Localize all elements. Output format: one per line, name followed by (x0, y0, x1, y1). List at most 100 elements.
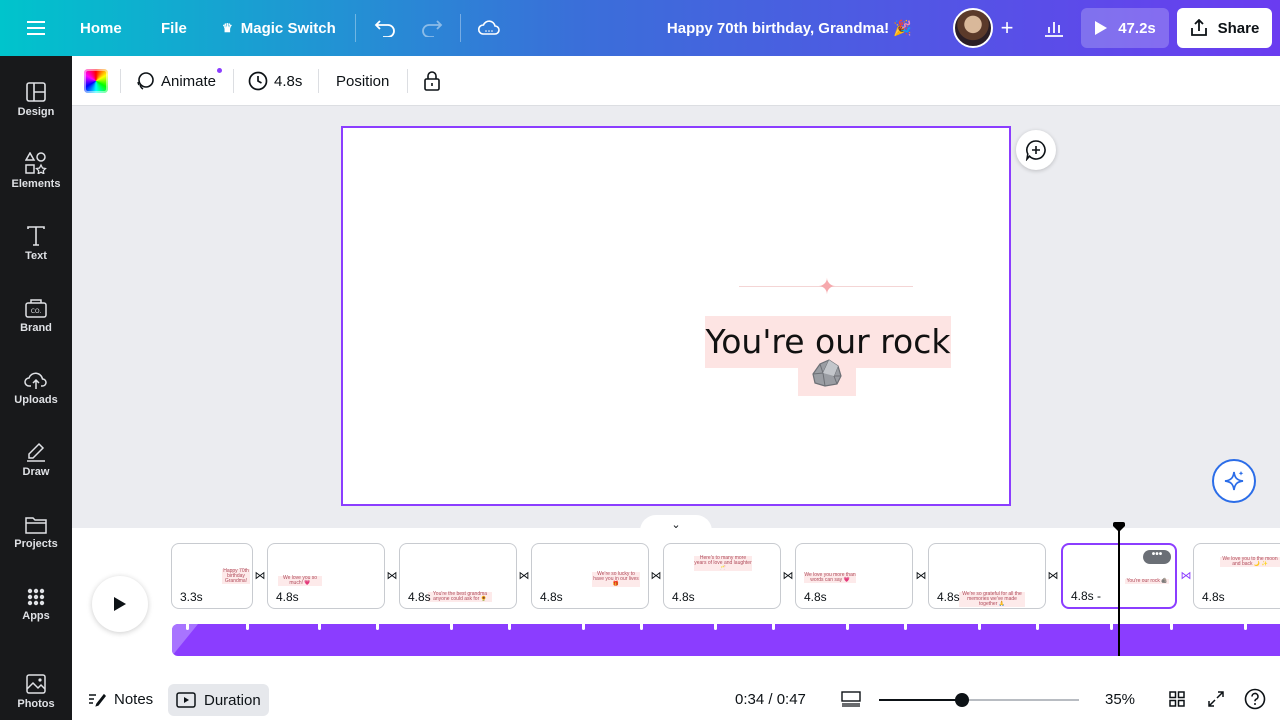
share-button[interactable]: Share (1177, 8, 1272, 48)
folder-icon (25, 517, 47, 534)
play-icon (1095, 21, 1108, 35)
help-icon (1244, 688, 1266, 710)
scene-duration: 4.8s (1202, 590, 1225, 604)
share-label: Share (1217, 19, 1260, 37)
fullscreen-button[interactable] (1207, 678, 1225, 720)
duration-toggle-button[interactable]: Duration (168, 684, 269, 716)
sidebar-item-elements[interactable]: Elements (0, 146, 72, 208)
clock-icon (248, 71, 268, 91)
help-button[interactable] (1244, 678, 1266, 720)
audio-tick (846, 624, 849, 630)
scene-thumb-text: You're our rock 🪨 (1125, 578, 1169, 584)
audio-track[interactable] (172, 624, 1280, 656)
sidebar-item-projects[interactable]: Projects (0, 506, 72, 568)
scene-thumbnail[interactable]: You're the best grandma anyone could ask… (399, 543, 517, 609)
scene-thumbnail[interactable]: We're so lucky to have you in our lives … (531, 543, 649, 609)
home-link[interactable]: Home (80, 0, 122, 56)
scene-thumbnail[interactable]: We love you so much! 💗 4.8s (267, 543, 385, 609)
avatar[interactable] (953, 8, 993, 48)
audio-tick (772, 624, 775, 630)
grid-view-button[interactable] (1168, 678, 1186, 720)
color-picker-button[interactable] (84, 69, 108, 93)
timeline-play-button[interactable] (92, 576, 148, 632)
sidebar-item-label: Photos (17, 698, 55, 710)
more-options-button[interactable]: ••• (1143, 550, 1171, 564)
add-comment-button[interactable] (1016, 130, 1056, 170)
context-toolbar: Animate 4.8s Position (72, 56, 1280, 106)
insights-button[interactable] (1036, 10, 1072, 46)
scene-thumb-text: Happy 70th birthday Grandma! (222, 568, 250, 584)
sidebar-item-photos[interactable]: Photos (0, 666, 72, 720)
upload-share-icon (1190, 19, 1207, 36)
headline-text[interactable]: You're our rock (705, 322, 951, 361)
zoom-slider-track[interactable] (879, 699, 1079, 701)
scene-thumbnail[interactable]: We love you more than words can say 💗 4.… (795, 543, 913, 609)
transition-icon: ⋈ (782, 570, 794, 582)
duration-label: Duration (204, 691, 261, 709)
transition-button[interactable]: ⋈ (517, 569, 531, 583)
magic-switch-button[interactable]: ♛ Magic Switch (222, 0, 336, 56)
notes-button[interactable]: Notes (88, 678, 153, 720)
transition-button[interactable]: ⋈ (781, 569, 795, 583)
scene-thumb-text: You're the best grandma anyone could ask… (428, 592, 492, 602)
scene-duration: 4.8s - (1071, 589, 1102, 603)
view-mode-button[interactable] (841, 678, 861, 720)
notes-pen-icon (89, 693, 106, 707)
menu-button[interactable] (20, 0, 52, 56)
scene-thumbnail[interactable]: We're so grateful for all the memories w… (928, 543, 1046, 609)
scene-thumbnail[interactable]: Happy 70th birthday Grandma! 3.3s (171, 543, 253, 609)
scene-thumbnail[interactable]: We love you to the moon and back 🌙 ✨ 4.8… (1193, 543, 1280, 609)
transition-icon: ⋈ (915, 570, 927, 582)
crown-icon: ♛ (222, 21, 233, 35)
slides-view-icon (841, 691, 861, 707)
transition-button[interactable]: ⋈ (253, 569, 267, 583)
add-collaborator-button[interactable]: + (993, 14, 1021, 42)
cloud-save-button[interactable] (477, 0, 501, 56)
transition-button[interactable]: ⋈ (649, 569, 663, 583)
playhead-line (1118, 528, 1120, 656)
audio-tick (640, 624, 643, 630)
transition-button[interactable]: ⋈ (1179, 569, 1193, 583)
sidebar-item-uploads[interactable]: Uploads (0, 362, 72, 424)
transition-button[interactable]: ⋈ (1046, 569, 1060, 583)
transition-button[interactable]: ⋈ (914, 569, 928, 583)
audio-tick (978, 624, 981, 630)
redo-button[interactable] (420, 0, 444, 56)
transition-icon: ⋈ (518, 570, 530, 582)
audio-tick (186, 624, 189, 630)
position-button[interactable]: Position (336, 56, 389, 106)
undo-button[interactable] (373, 0, 397, 56)
transition-icon: ⋈ (254, 570, 266, 582)
scene-thumb-text: We're so grateful for all the memories w… (959, 592, 1025, 607)
sparkles-icon (1224, 471, 1244, 491)
zoom-slider-knob[interactable] (955, 693, 969, 707)
collapse-timeline-button[interactable]: ⌄ (640, 515, 712, 531)
magic-assistant-button[interactable] (1212, 459, 1256, 503)
scene-thumbnail[interactable]: Here's to many more years of love and la… (663, 543, 781, 609)
audio-tick (714, 624, 717, 630)
document-title[interactable]: Happy 70th birthday, Grandma! 🎉 (667, 0, 912, 56)
design-canvas[interactable]: ✦ You're our rock (341, 126, 1011, 506)
transition-button[interactable]: ⋈ (385, 569, 399, 583)
scene-duration: 4.8s (672, 590, 695, 604)
sidebar-item-brand[interactable]: CO. Brand (0, 290, 72, 352)
sidebar-item-draw[interactable]: Draw (0, 434, 72, 496)
audio-tick (450, 624, 453, 630)
sidebar-item-apps[interactable]: Apps (0, 578, 72, 640)
lock-button[interactable] (422, 56, 442, 106)
zoom-percent[interactable]: 35% (1105, 678, 1135, 720)
rock-icon[interactable] (809, 357, 845, 389)
timing-button[interactable]: 4.8s (248, 56, 302, 106)
sidebar-item-label: Uploads (14, 394, 58, 406)
play-icon (114, 597, 126, 611)
sparkle-icon: ✦ (817, 274, 837, 299)
scene-thumb-text: We love you to the moon and back 🌙 ✨ (1220, 557, 1280, 567)
bar-chart-icon (1045, 22, 1063, 37)
audio-track-fade (172, 624, 198, 656)
sidebar-item-text[interactable]: Text (0, 218, 72, 280)
sidebar-item-design[interactable]: Design (0, 74, 72, 136)
audio-tick (582, 624, 585, 630)
file-menu[interactable]: File (161, 0, 187, 56)
animate-button[interactable]: Animate (135, 56, 216, 106)
present-play-button[interactable]: 47.2s (1081, 8, 1169, 48)
